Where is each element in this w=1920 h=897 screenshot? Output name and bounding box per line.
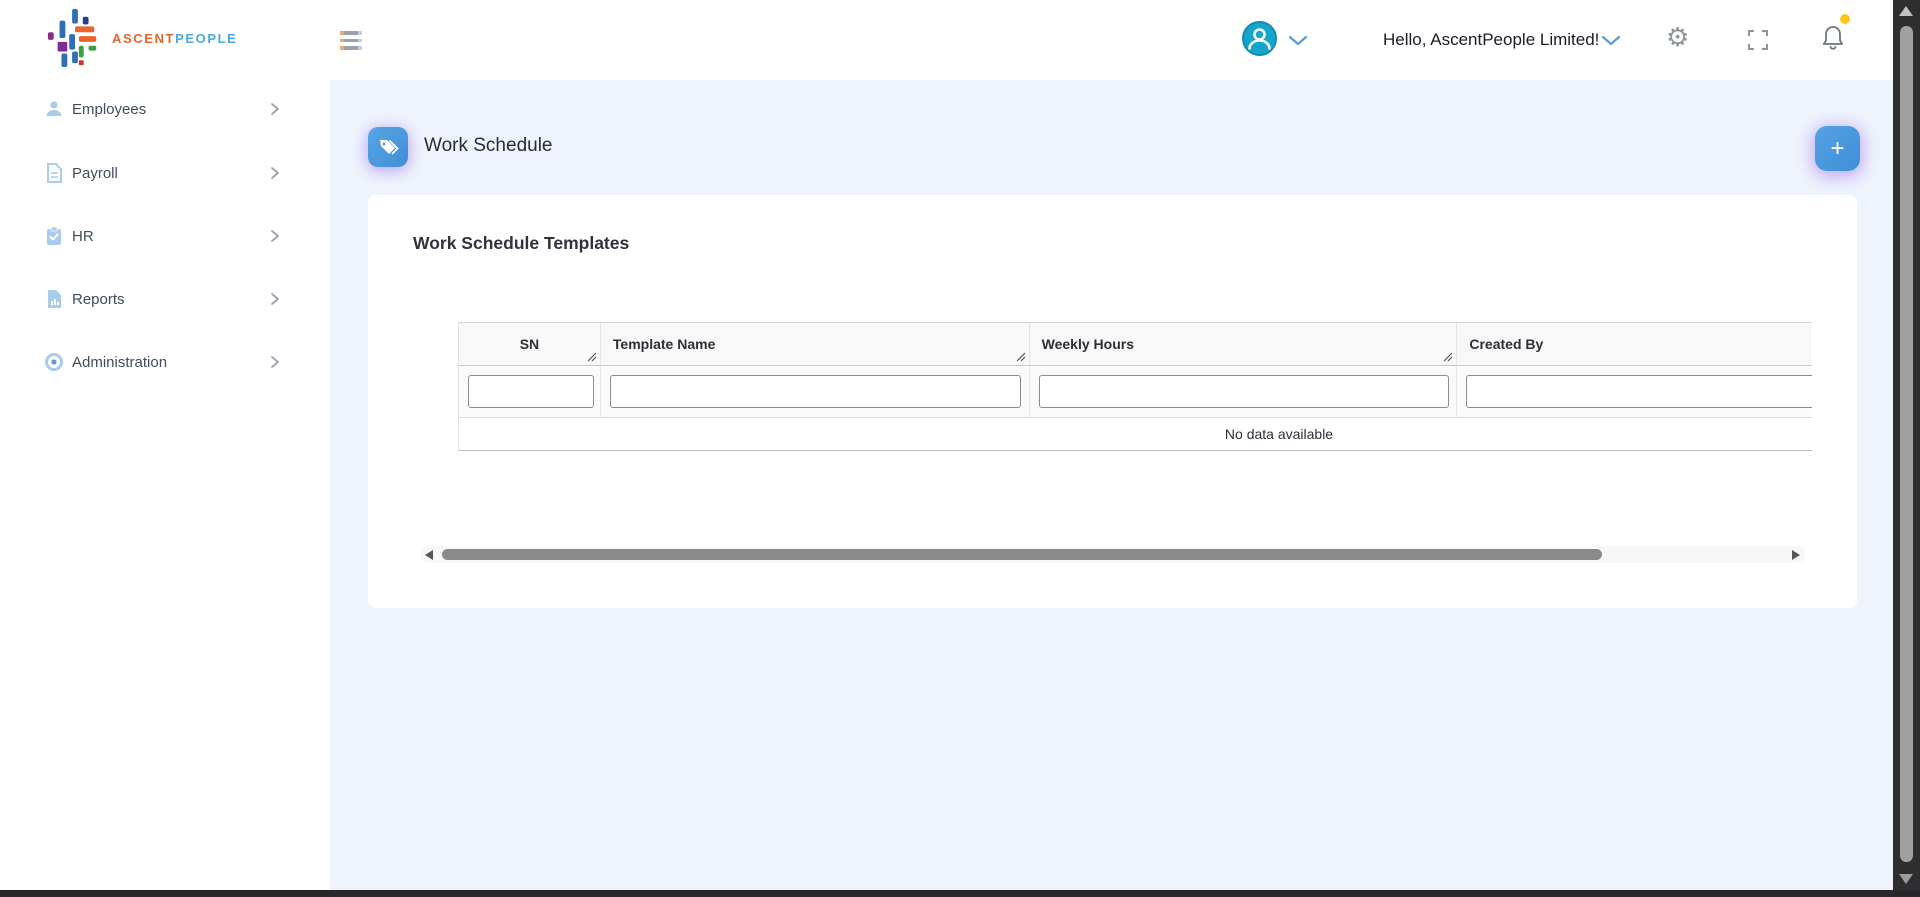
column-resize-handle-icon[interactable] (1443, 352, 1453, 362)
sidebar-item-reports[interactable]: Reports (0, 277, 330, 321)
page-title: Work Schedule (424, 135, 553, 157)
brand-logo-icon (46, 7, 104, 69)
sidebar-item-label: HR (72, 228, 94, 245)
chevron-right-icon (270, 355, 280, 369)
chevron-right-icon (270, 102, 280, 116)
scroll-up-arrow-icon[interactable] (1899, 6, 1913, 16)
document-icon (44, 163, 64, 183)
sidebar: ASCENTPEOPLE Employees Payroll (0, 0, 330, 890)
greeting-text[interactable]: Hello, AscentPeople Limited! (1383, 30, 1599, 50)
browser-vertical-scrollbar[interactable] (1893, 0, 1920, 897)
sidebar-item-employees[interactable]: Employees (0, 87, 330, 131)
column-resize-handle-icon[interactable] (587, 352, 597, 362)
tags-icon (377, 136, 399, 158)
table-header-row: SN Template Name Weekly Hours (459, 323, 1812, 366)
browser-horizontal-scrollbar[interactable] (0, 890, 1920, 897)
empty-state-row: No data available (459, 418, 1812, 451)
target-icon (44, 352, 64, 372)
templates-table: SN Template Name Weekly Hours (458, 322, 1812, 452)
sidebar-item-administration[interactable]: Administration (0, 340, 330, 384)
clipboard-check-icon (44, 226, 64, 246)
column-header-sn[interactable]: SN (459, 323, 601, 366)
hamburger-icon (340, 31, 362, 35)
card-heading: Work Schedule Templates (413, 233, 629, 254)
column-header-template-name[interactable]: Template Name (601, 323, 1030, 366)
table-filter-row (459, 366, 1812, 418)
column-header-created-by[interactable]: Created By (1457, 323, 1812, 366)
table-horizontal-scrollbar[interactable] (420, 546, 1805, 563)
filter-weekly-hours-input[interactable] (1039, 375, 1449, 408)
chevron-right-icon (270, 166, 280, 180)
scroll-down-arrow-icon[interactable] (1899, 874, 1913, 884)
column-resize-handle-icon[interactable] (1016, 352, 1026, 362)
sidebar-item-payroll[interactable]: Payroll (0, 151, 330, 195)
vertical-scrollbar-thumb[interactable] (1900, 26, 1913, 862)
sidebar-item-hr[interactable]: HR (0, 214, 330, 258)
app-root: Hello, AscentPeople Limited! ⚙ (0, 0, 1920, 897)
sidebar-item-label: Payroll (72, 165, 118, 182)
page-tag-button[interactable] (368, 127, 408, 167)
add-template-button[interactable]: + (1815, 126, 1860, 171)
notifications-bell-icon[interactable] (1820, 23, 1846, 53)
settings-gear-icon[interactable]: ⚙ (1666, 24, 1689, 50)
avatar-chevron-down-icon[interactable] (1288, 34, 1308, 46)
chevron-right-icon (270, 229, 280, 243)
sidebar-item-label: Employees (72, 101, 146, 118)
empty-state-text: No data available (1225, 426, 1333, 442)
horizontal-scrollbar-thumb[interactable] (442, 549, 1602, 560)
fullscreen-icon[interactable] (1748, 30, 1768, 50)
chevron-right-icon (270, 292, 280, 306)
user-avatar-icon[interactable] (1242, 21, 1277, 56)
filter-sn-input[interactable] (468, 375, 594, 408)
filter-template-name-input[interactable] (610, 375, 1021, 408)
sidebar-item-label: Administration (72, 354, 167, 371)
filter-created-by-input[interactable] (1466, 375, 1812, 408)
brand-logo-text: ASCENTPEOPLE (112, 31, 237, 46)
scroll-right-arrow-icon[interactable] (1792, 550, 1800, 560)
scroll-left-arrow-icon[interactable] (425, 550, 433, 560)
user-icon (44, 99, 64, 119)
sidebar-toggle-button[interactable] (340, 31, 362, 50)
sidebar-item-label: Reports (72, 291, 125, 308)
work-schedule-templates-card: Work Schedule Templates SN Template Name (368, 195, 1857, 608)
notification-badge (1840, 14, 1850, 24)
file-chart-icon (44, 289, 64, 309)
brand-logo[interactable]: ASCENTPEOPLE (46, 6, 266, 70)
column-header-weekly-hours[interactable]: Weekly Hours (1030, 323, 1458, 366)
greeting-chevron-down-icon[interactable] (1601, 34, 1621, 46)
